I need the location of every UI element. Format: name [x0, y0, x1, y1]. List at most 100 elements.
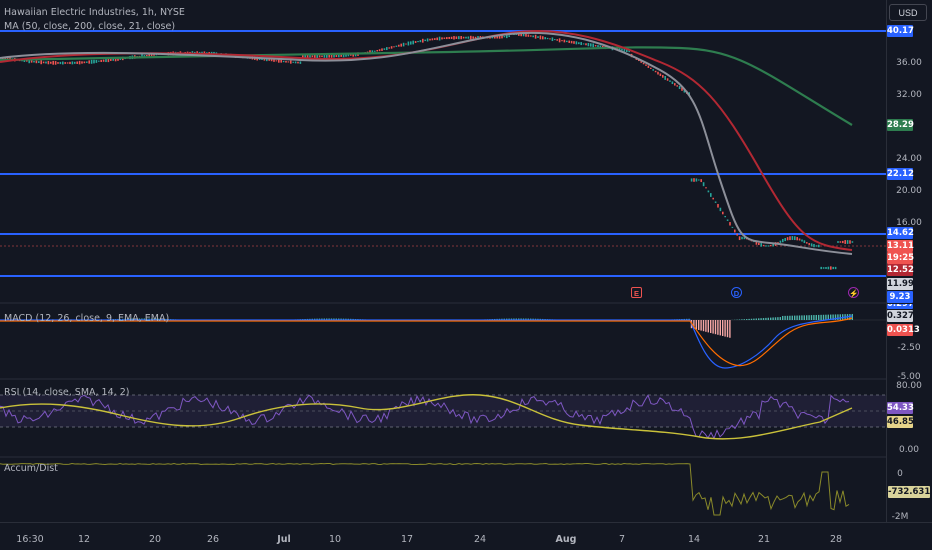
countdown-badge: 19:25 — [887, 252, 915, 264]
ma21-badge: 11.99 — [887, 278, 914, 290]
dividend-event-icon[interactable]: D — [731, 287, 742, 298]
rsi-ma-badge: 46.85 — [887, 416, 914, 428]
candle — [376, 49, 378, 52]
macd-legend[interactable]: MACD (12, 26, close, 9, EMA, EMA) — [4, 313, 169, 324]
candle — [333, 54, 335, 58]
candle — [443, 37, 446, 39]
candle — [707, 190, 710, 193]
candle — [398, 44, 400, 47]
candle — [726, 219, 729, 221]
price-chart-area[interactable] — [0, 0, 886, 522]
rsi-legend[interactable]: RSI (14, close, SMA, 14, 2) — [4, 387, 129, 398]
candle — [561, 40, 563, 42]
rsi-tick: 80.00 — [896, 381, 922, 391]
candle — [417, 40, 419, 43]
candle — [448, 36, 450, 39]
accum-tick: -2M — [891, 512, 909, 522]
candle — [45, 61, 47, 64]
candle — [530, 35, 532, 37]
candle — [503, 36, 506, 38]
macd-bar — [707, 320, 709, 333]
macd-bar — [712, 320, 714, 334]
accum-legend[interactable]: Accum/Dist — [4, 463, 58, 474]
candle — [453, 36, 455, 40]
macd-bar — [806, 315, 808, 320]
candle — [532, 35, 534, 38]
candle — [818, 244, 820, 248]
currency-button[interactable]: USD — [889, 4, 927, 21]
candle — [78, 60, 81, 65]
candle — [664, 76, 666, 80]
candle — [760, 243, 762, 247]
candle — [446, 37, 448, 40]
earnings-event-icon[interactable]: E — [631, 287, 642, 298]
candle — [815, 245, 818, 247]
time-tick: 28 — [829, 534, 843, 545]
candle — [299, 61, 302, 64]
horizontal-lines[interactable] — [0, 30, 886, 277]
candle — [587, 43, 590, 47]
macd-bar — [815, 314, 817, 320]
candle — [462, 36, 465, 39]
candle — [508, 35, 510, 38]
price-tick: 24.00 — [896, 154, 922, 164]
macd-bar — [746, 319, 748, 320]
ma-legend[interactable]: MA (50, close, 200, close, 21, close) — [4, 21, 175, 32]
candle — [820, 266, 822, 270]
candle — [676, 85, 678, 87]
time-tick: Jul — [277, 534, 291, 545]
candle — [330, 54, 333, 58]
candle — [30, 60, 33, 63]
candle — [647, 65, 650, 68]
candle — [592, 43, 594, 48]
candle — [662, 74, 664, 78]
macd-badge: 0.3278 — [887, 310, 920, 322]
macd-bar — [748, 318, 750, 320]
macd-bar — [798, 315, 801, 320]
candle — [105, 58, 107, 63]
macd-bar — [743, 319, 745, 320]
macd-bar — [760, 318, 762, 320]
symbol-legend[interactable]: Hawaiian Electric Industries, 1h, NYSE — [4, 7, 185, 18]
candle — [710, 193, 712, 197]
candle — [402, 42, 405, 47]
candle — [782, 238, 784, 243]
candle — [844, 240, 846, 244]
macd-bar — [796, 315, 798, 320]
time-tick: 16:30 — [16, 534, 44, 545]
candle — [268, 59, 270, 61]
candle — [724, 215, 726, 218]
candle — [33, 60, 35, 63]
candle — [42, 61, 45, 64]
candle — [470, 35, 472, 40]
candle — [35, 60, 38, 64]
candle — [719, 207, 722, 212]
candle — [388, 47, 390, 49]
macd-bar — [695, 320, 697, 330]
candle — [765, 245, 767, 247]
candle — [822, 267, 825, 269]
candle — [806, 242, 808, 244]
candle — [698, 179, 700, 181]
ma50-badge: 12.52 — [887, 264, 914, 276]
candle — [285, 60, 287, 63]
split-event-icon[interactable]: ⚡ — [848, 287, 859, 298]
candle — [700, 179, 702, 183]
candle — [762, 244, 765, 247]
candle — [851, 241, 854, 243]
time-axis[interactable]: 16:30 12 20 26 Jul 10 17 24 Aug 7 14 21 … — [0, 522, 932, 550]
macd-bar — [789, 315, 791, 320]
candle — [294, 61, 297, 64]
candle — [410, 41, 412, 45]
candle — [378, 49, 381, 52]
hline-bottom-badge: 9.23 — [887, 291, 913, 303]
candle — [671, 81, 674, 85]
candle — [90, 59, 93, 64]
time-tick: 21 — [757, 534, 771, 545]
macd-tick: -5.00 — [897, 372, 921, 379]
candle — [741, 236, 743, 240]
macd-bar — [808, 315, 810, 320]
time-tick: 20 — [148, 534, 162, 545]
candle — [563, 39, 566, 43]
candle — [722, 211, 724, 215]
